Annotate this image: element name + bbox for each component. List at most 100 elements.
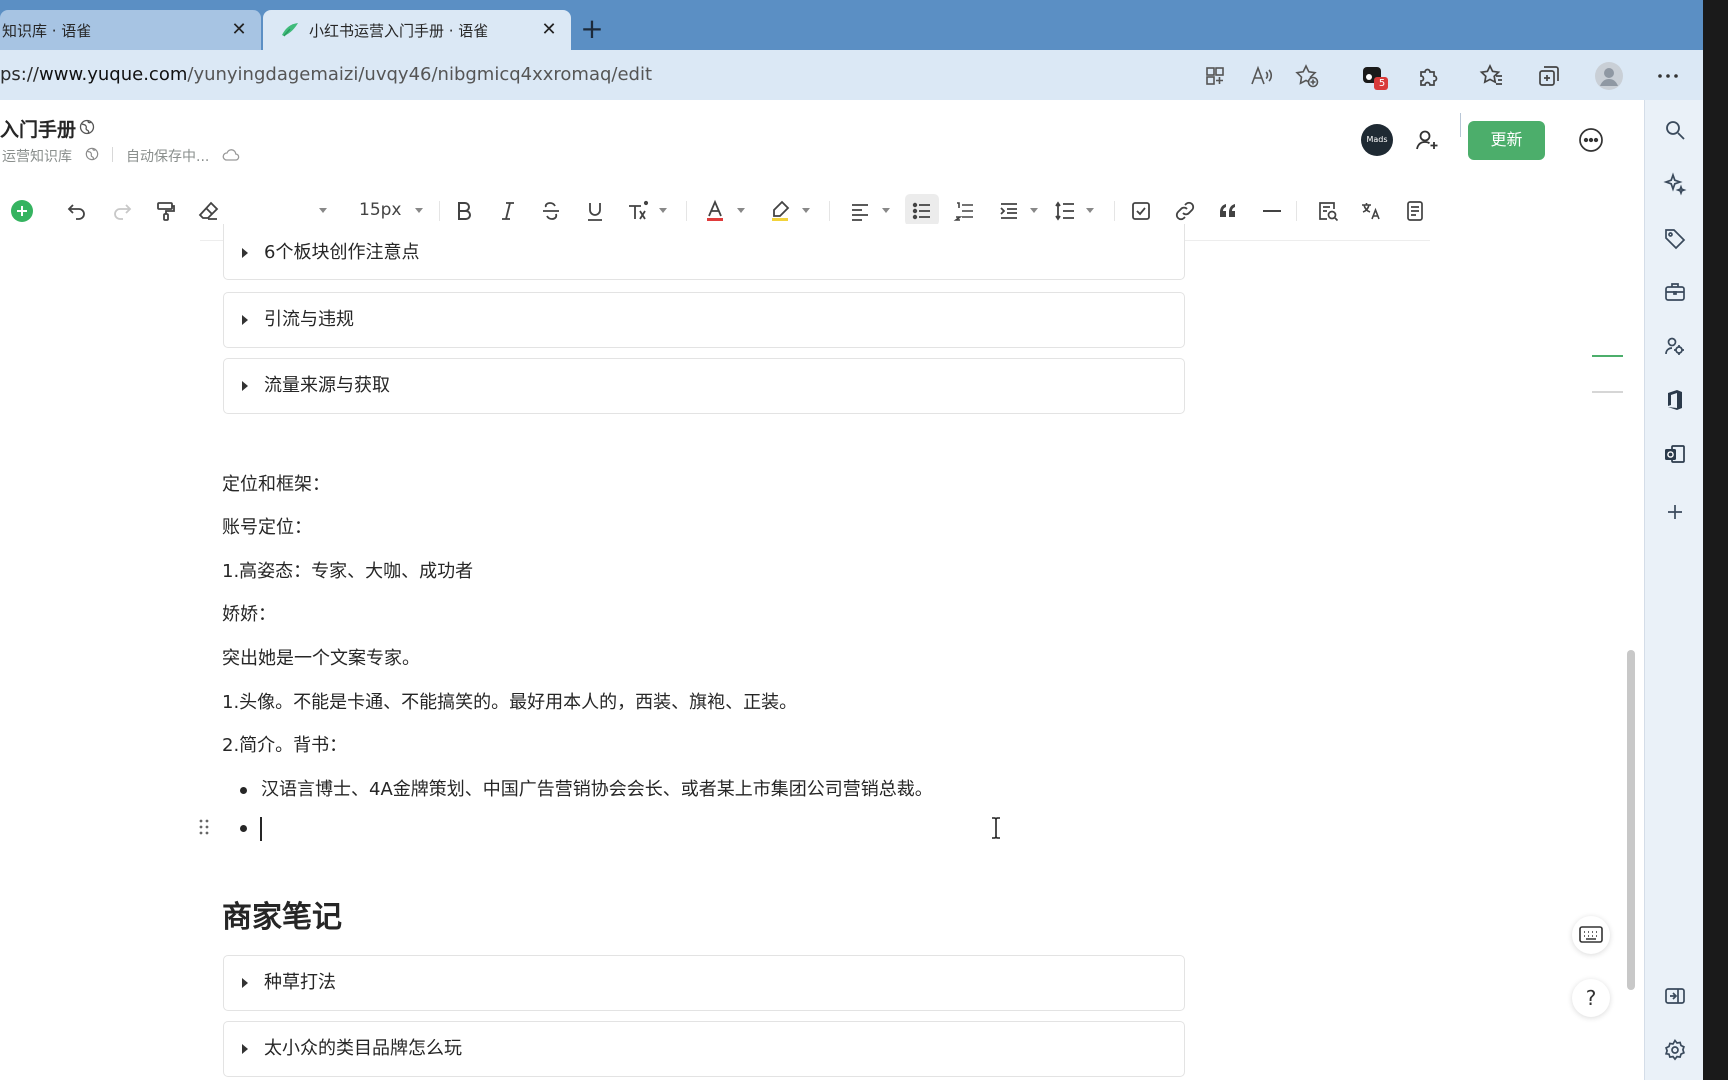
paragraph[interactable]: 账号定位： (222, 515, 312, 541)
font-color-icon[interactable] (703, 199, 727, 223)
collapse-title: 种草打法 (264, 972, 336, 993)
chevron-down-icon[interactable] (415, 208, 423, 214)
superscript-icon[interactable] (626, 199, 650, 223)
tag-icon[interactable] (1663, 226, 1687, 250)
document-title[interactable]: 入门手册 (0, 115, 76, 142)
notification-count: 5 (1378, 78, 1386, 89)
favorites-icon[interactable] (1479, 63, 1505, 89)
tab-handbook[interactable]: 小红书运营入门手册 · 语雀 ✕ (263, 10, 571, 50)
list-item[interactable]: 汉语言博士、4A金牌策划、中国广告营销协会会长、或者某上市集团公司营销总裁。 (261, 777, 933, 803)
italic-icon[interactable] (496, 199, 520, 223)
document-outline-icon[interactable] (1403, 199, 1427, 223)
paragraph[interactable]: 定位和框架： (222, 472, 330, 498)
browser-tab-bar: 知识库 · 语雀 ✕ 小红书运营入门手册 · 语雀 ✕ + (0, 0, 1703, 50)
paragraph[interactable]: 1.高姿态：专家、大咖、成功者 (222, 559, 473, 585)
browser-menu-icon[interactable] (1655, 63, 1681, 89)
chevron-down-icon[interactable] (1030, 208, 1038, 214)
chevron-down-icon[interactable] (737, 208, 745, 214)
settings-gear-icon[interactable] (1663, 1038, 1687, 1062)
section-heading[interactable]: 商家笔记 (222, 892, 342, 936)
divider-line-icon[interactable] (1260, 199, 1284, 223)
outlook-icon[interactable] (1663, 442, 1687, 466)
drag-handle-icon[interactable] (198, 818, 210, 836)
office-icon[interactable] (1663, 388, 1687, 412)
collapse-block[interactable]: 种草打法 (223, 955, 1185, 1011)
paragraph[interactable]: 娇娇： (222, 602, 276, 628)
clear-format-icon[interactable] (197, 199, 221, 223)
chevron-down-icon[interactable] (659, 208, 667, 214)
help-button[interactable]: ? (1572, 979, 1610, 1017)
outline-marker[interactable] (1592, 391, 1623, 393)
translate-icon[interactable] (1359, 199, 1383, 223)
copilot-sparkle-icon[interactable] (1663, 172, 1687, 196)
format-painter-icon[interactable] (154, 199, 178, 223)
add-sidebar-app-icon[interactable] (1663, 500, 1687, 524)
line-height-icon[interactable] (1053, 199, 1077, 223)
caret-right-icon[interactable] (242, 978, 248, 988)
collapse-title: 引流与违规 (264, 309, 354, 330)
paragraph[interactable]: 1.头像。不能是卡通、不能搞笑的。最好用本人的，西装、旗袍、正装。 (222, 690, 797, 716)
bulleted-list-icon[interactable] (910, 199, 934, 223)
collapse-block[interactable]: 流量来源与获取 (223, 358, 1185, 414)
find-replace-icon[interactable] (1316, 199, 1340, 223)
redo-icon[interactable] (110, 199, 134, 223)
collections-icon[interactable] (1536, 63, 1562, 89)
insert-plus-icon[interactable] (10, 199, 34, 223)
task-list-icon[interactable] (1129, 199, 1153, 223)
tab-label: 小红书运营入门手册 · 语雀 (309, 21, 489, 40)
browser-sidebar (1644, 100, 1703, 1080)
numbered-list-icon[interactable] (953, 199, 977, 223)
tab-knowledge-base[interactable]: 知识库 · 语雀 ✕ (0, 10, 261, 50)
caret-right-icon[interactable] (242, 248, 248, 258)
close-tab-icon[interactable]: ✕ (229, 20, 249, 40)
extensions-puzzle-icon[interactable] (1416, 63, 1442, 89)
update-button[interactable]: 更新 (1468, 121, 1545, 160)
new-tab-button[interactable]: + (578, 15, 606, 44)
chevron-down-icon[interactable] (1086, 208, 1094, 214)
quote-icon[interactable] (1216, 199, 1240, 223)
knowledge-base-link[interactable]: 运营知识库 (2, 146, 72, 166)
search-icon[interactable] (1663, 118, 1687, 142)
public-globe-icon (85, 147, 99, 161)
screen-edge (1703, 0, 1728, 1080)
add-collaborator-icon[interactable] (1414, 127, 1440, 153)
scrollbar-thumb[interactable] (1627, 650, 1635, 990)
collapse-block[interactable]: 太小众的类目品牌怎么玩 (223, 1021, 1185, 1077)
caret-right-icon[interactable] (242, 381, 248, 391)
chevron-down-icon[interactable] (882, 208, 890, 214)
strikethrough-icon[interactable] (539, 199, 563, 223)
toolbox-icon[interactable] (1663, 280, 1687, 304)
align-left-icon[interactable] (848, 199, 872, 223)
highlight-icon[interactable] (768, 199, 792, 223)
collapse-title: 流量来源与获取 (264, 375, 390, 396)
undo-icon[interactable] (65, 199, 89, 223)
chevron-down-icon[interactable] (319, 208, 327, 214)
keyboard-shortcuts-button[interactable] (1572, 916, 1610, 954)
more-options-icon[interactable] (1578, 127, 1604, 153)
profile-avatar-icon[interactable] (1594, 61, 1624, 91)
bullet-dot (240, 825, 247, 832)
underline-icon[interactable] (583, 199, 607, 223)
paragraph[interactable]: 2.简介。背书： (222, 733, 347, 759)
app-grid-icon[interactable] (1202, 63, 1228, 89)
close-tab-icon[interactable]: ✕ (539, 20, 559, 40)
avatar[interactable]: Mads (1361, 124, 1393, 156)
caret-right-icon[interactable] (242, 1044, 248, 1054)
caret-right-icon[interactable] (242, 315, 248, 325)
chevron-down-icon[interactable] (802, 208, 810, 214)
indent-icon[interactable] (997, 199, 1021, 223)
people-settings-icon[interactable] (1663, 334, 1687, 358)
read-aloud-icon[interactable] (1248, 63, 1274, 89)
favorite-add-icon[interactable] (1294, 63, 1320, 89)
bold-icon[interactable] (452, 199, 476, 223)
tab-label: 知识库 · 语雀 (2, 21, 92, 40)
collapse-block[interactable]: 6个板块创作注意点 (223, 224, 1185, 280)
font-size-select[interactable]: 15px (359, 197, 401, 223)
collapse-block[interactable]: 引流与违规 (223, 292, 1185, 348)
outline-marker-active[interactable] (1592, 355, 1623, 357)
url-field[interactable]: ps://www.yuque.com/yunyingdagemaizi/uvqy… (0, 50, 1336, 100)
link-icon[interactable] (1173, 199, 1197, 223)
paragraph[interactable]: 突出她是一个文案专家。 (222, 646, 420, 672)
hide-sidebar-icon[interactable] (1663, 984, 1687, 1008)
url-path: /yunyingdagemaizi/uvqy46/nibgmicq4xxroma… (187, 64, 653, 85)
